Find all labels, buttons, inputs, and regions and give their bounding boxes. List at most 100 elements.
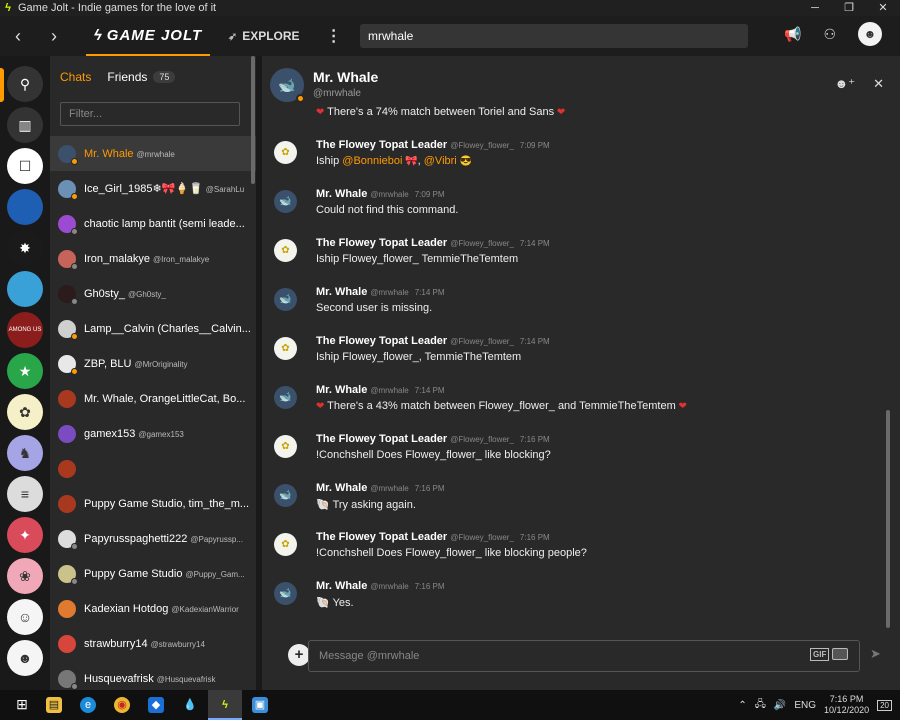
rail-community-2[interactable]: ☐ <box>7 148 43 184</box>
chat-list-scrollbar[interactable] <box>251 56 255 184</box>
user-avatar[interactable]: ☻ <box>858 22 882 46</box>
chat-item[interactable]: Papyrusspaghetti222 @Papyrussp... <box>50 521 256 556</box>
tab-friends[interactable]: Friends 75 <box>107 70 176 84</box>
chat-item[interactable]: chaotic lamp bantit (semi leade... <box>50 206 256 241</box>
tab-chats[interactable]: Chats <box>60 70 91 84</box>
rail-community-4[interactable]: ✸ <box>7 230 43 266</box>
chat-item[interactable]: gamex153 @gamex153 <box>50 416 256 451</box>
volume-icon[interactable]: 🔊 <box>774 700 786 711</box>
chat-item[interactable]: Kadexian Hotdog @KadexianWarrior <box>50 591 256 626</box>
rail-community-3[interactable] <box>7 189 43 225</box>
rail-community-5[interactable] <box>7 271 43 307</box>
whale-avatar[interactable]: 🐋 <box>274 190 297 213</box>
close-window-button[interactable]: ✕ <box>866 0 900 16</box>
whale-avatar[interactable]: 🐋 <box>274 582 297 605</box>
message-author[interactable]: Mr. Whale @mrwhale 7:16 PM <box>316 482 445 494</box>
message-author[interactable]: The Flowey Topat Leader @Flowey_flower_ 7:… <box>316 237 550 249</box>
friends-icon[interactable]: ⚇ <box>823 26 836 43</box>
gamejolt-taskbar-icon[interactable]: ϟ <box>217 697 233 713</box>
photos-icon[interactable]: ▣ <box>252 697 268 713</box>
chat-item[interactable]: Husquevafrisk @Husquevafrisk <box>50 661 256 690</box>
rail-community-12[interactable]: ❀ <box>7 558 43 594</box>
gif-button[interactable]: GIF <box>810 648 830 661</box>
whale-avatar[interactable]: 🐋 <box>274 288 297 311</box>
chat-item[interactable]: Ice_Girl_1985❄🎀🍦🥛 @SarahLu <box>50 171 256 206</box>
explore-link[interactable]: ➶ EXPLORE <box>228 29 300 43</box>
network-icon[interactable]: 🖧 <box>755 697 766 714</box>
chat-item[interactable]: Lamp__Calvin (Charles__Calvin... <box>50 311 256 346</box>
message-author[interactable]: The Flowey Topat Leader @Flowey_flower_ 7:… <box>316 335 550 347</box>
rail-community-7[interactable]: ★ <box>7 353 43 389</box>
message-input[interactable]: Message @mrwhale <box>308 640 860 672</box>
message-scrollbar[interactable] <box>886 410 890 628</box>
mention-link[interactable]: @Vibri <box>424 155 457 167</box>
conversation-avatar[interactable]: 🐋 <box>270 68 305 103</box>
chat-name: Mr. Whale, OrangeLittleCat, Bo... <box>84 392 246 405</box>
windows-taskbar: ⊞ ▤ e ◉ ◆ 💧 ϟ ▣ ⌃ 🖧 🔊 ENG 7:16 PM 10/12/… <box>0 690 900 720</box>
chat-item[interactable]: Iron_malakye @Iron_malakye <box>50 241 256 276</box>
chat-item[interactable]: strawburry14 @strawburry14 <box>50 626 256 661</box>
rail-community-14[interactable]: ☻ <box>7 640 43 676</box>
sticker-icon[interactable] <box>832 648 848 660</box>
rail-community-6[interactable]: AMONG US <box>7 312 43 348</box>
whale-avatar[interactable]: 🐋 <box>274 386 297 409</box>
whale-avatar[interactable]: 🐋 <box>274 484 297 507</box>
rail-community-9[interactable]: ♞ <box>7 435 43 471</box>
message-author[interactable]: Mr. Whale @mrwhale 7:09 PM <box>316 188 445 200</box>
rail-community-0[interactable]: ⚲ <box>7 66 43 102</box>
rail-community-13[interactable]: ☺ <box>7 599 43 635</box>
flowey-avatar[interactable]: ✿ <box>274 239 297 262</box>
minimize-button[interactable]: ─ <box>798 0 832 16</box>
clock[interactable]: 7:16 PM 10/12/2020 <box>824 694 869 716</box>
store-icon[interactable]: ◆ <box>148 697 164 713</box>
flowey-avatar[interactable]: ✿ <box>274 337 297 360</box>
file-explorer-icon[interactable]: ▤ <box>46 697 62 713</box>
forward-arrow-icon[interactable]: › <box>36 26 72 47</box>
chat-item[interactable]: Gh0sty_ @Gh0sty_ <box>50 276 256 311</box>
megaphone-icon[interactable]: 📢 <box>784 26 801 43</box>
search-input[interactable]: mrwhale <box>360 24 748 48</box>
message-text: !Conchshell Does Flowey_flower_ like blo… <box>316 449 551 461</box>
message-author[interactable]: Mr. Whale @mrwhale 7:14 PM <box>316 384 445 396</box>
rail-community-1[interactable]: ▥ <box>7 107 43 143</box>
windows-start-icon[interactable]: ⊞ <box>14 696 30 712</box>
flowey-avatar[interactable]: ✿ <box>274 141 297 164</box>
more-options-icon[interactable]: ⋮ <box>326 26 342 46</box>
chat-item[interactable]: Mr. Whale @mrwhale <box>50 136 256 171</box>
message-author[interactable]: Mr. Whale @mrwhale 7:14 PM <box>316 286 445 298</box>
message-author[interactable]: The Flowey Topat Leader @Flowey_flower_ 7:… <box>316 139 550 151</box>
chat-item[interactable]: ZBP, BLU @MrOriginality <box>50 346 256 381</box>
rail-community-10[interactable]: ≡ <box>7 476 43 512</box>
chat-item[interactable]: Mr. Whale, OrangeLittleCat, Bo... <box>50 381 256 416</box>
filter-input[interactable]: Filter... <box>60 102 240 126</box>
paint-icon[interactable]: 💧 <box>182 697 198 713</box>
chat-name: Puppy Game Studio, tim_the_m... <box>84 497 250 510</box>
add-friend-icon[interactable]: ☻⁺ <box>835 76 856 92</box>
flowey-avatar[interactable]: ✿ <box>274 533 297 556</box>
restore-button[interactable]: ❐ <box>832 0 866 16</box>
chevron-up-icon[interactable]: ⌃ <box>738 700 746 711</box>
gamejolt-logo[interactable]: ϟ GAME JOLT <box>86 16 210 56</box>
language-indicator[interactable]: ENG <box>794 700 816 711</box>
add-attachment-button[interactable]: + <box>288 644 310 666</box>
rail-community-8[interactable]: ✿ <box>7 394 43 430</box>
chat-item[interactable]: Puppy Game Studio @Puppy_Gam... <box>50 556 256 591</box>
back-arrow-icon[interactable]: ‹ <box>0 26 36 47</box>
edge-icon[interactable]: e <box>80 697 96 713</box>
message-author[interactable]: The Flowey Topat Leader @Flowey_flower_ 7:… <box>316 433 550 445</box>
flowey-avatar[interactable]: ✿ <box>274 435 297 458</box>
message-author[interactable]: Mr. Whale @mrwhale 7:16 PM <box>316 580 445 592</box>
rail-community-11[interactable]: ✦ <box>7 517 43 553</box>
message-author[interactable]: The Flowey Topat Leader @Flowey_flower_ 7:… <box>316 531 550 543</box>
close-icon[interactable]: ✕ <box>873 76 884 92</box>
message-time: 7:14 PM <box>519 239 550 248</box>
notifications-icon[interactable]: 20 <box>877 699 892 711</box>
chat-avatar <box>58 599 76 618</box>
chat-item[interactable]: Puppy Game Studio, tim_the_m... <box>50 486 256 521</box>
conversation-name[interactable]: Mr. Whale <box>313 69 378 85</box>
author-handle: @Flowey_flower_ <box>450 533 514 542</box>
send-icon[interactable]: ➤ <box>870 646 881 662</box>
chat-item[interactable] <box>50 451 256 486</box>
mention-link[interactable]: @Bonnieboi <box>342 155 402 167</box>
chrome-icon[interactable]: ◉ <box>114 697 130 713</box>
